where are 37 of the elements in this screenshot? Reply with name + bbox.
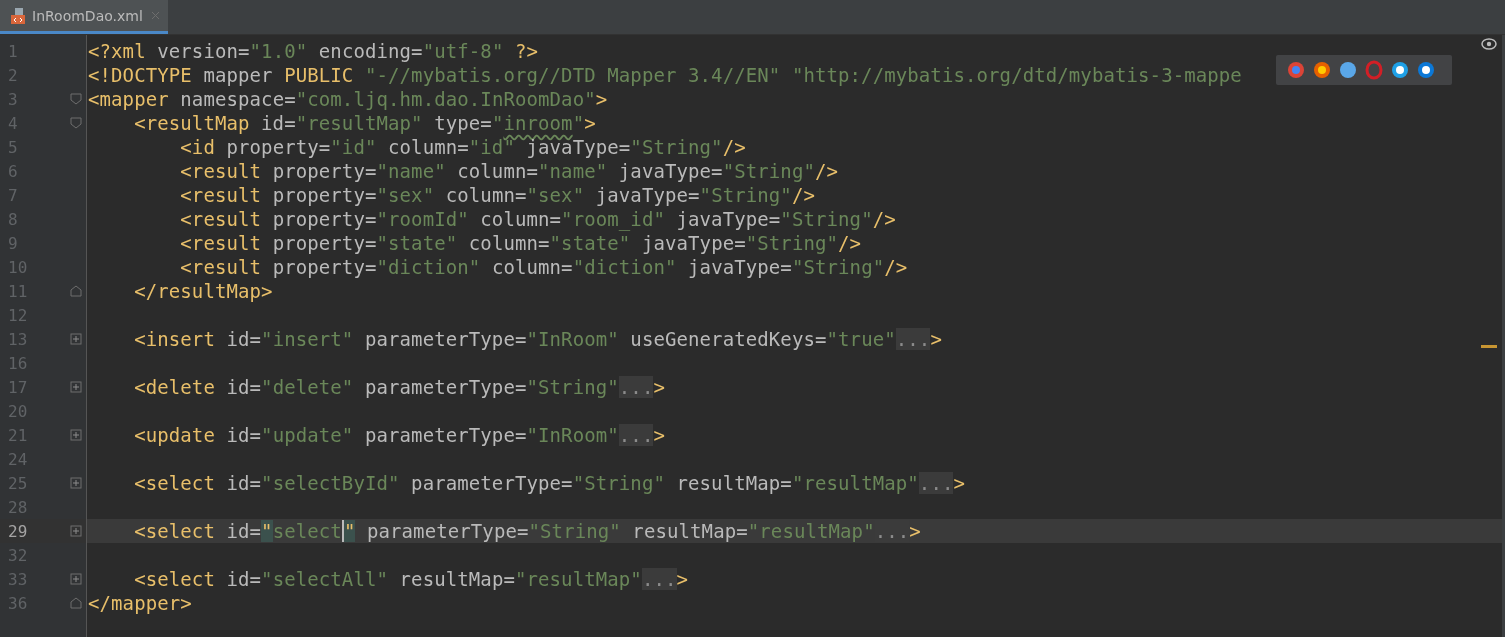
xml-file-icon: [10, 6, 28, 25]
ring-icon[interactable]: [1364, 60, 1384, 80]
code-line: <result property="roomId" column="room_id" javaType="String"/>: [179, 208, 896, 230]
code-line: </mapper>: [88, 592, 192, 614]
code-line: </resultMap>: [133, 280, 273, 302]
round-icon[interactable]: [1416, 60, 1436, 80]
code-line: <result property="state" column="state" javaType="String"/>: [179, 232, 862, 254]
fold-icon[interactable]: [70, 93, 82, 105]
expand-icon[interactable]: [70, 525, 82, 537]
code-line: <result property="name" column="name" javaType="String"/>: [179, 160, 839, 182]
expand-icon[interactable]: [70, 381, 82, 393]
file-tab[interactable]: InRoomDao.xml: [0, 0, 168, 34]
expand-icon[interactable]: [70, 477, 82, 489]
fold-icon[interactable]: [70, 117, 82, 129]
code-line: <resultMap id="resultMap" type="inroom">: [133, 112, 596, 134]
expand-icon[interactable]: [70, 333, 82, 345]
code-line: <select id="selectAll" resultMap="resultMap"...>: [133, 568, 689, 590]
code-line: <update id="update" parameterType="InRoom"...>: [133, 424, 665, 446]
fold-icon[interactable]: [70, 285, 82, 297]
line-number: 29: [7, 521, 29, 541]
fold-icon[interactable]: [70, 597, 82, 609]
code-line: <select id="selectById" parameterType="String" resultMap="resultMap"...>: [133, 472, 965, 494]
code-line: <delete id="delete" parameterType="String"...>: [133, 376, 665, 398]
code-line: <result property="diction" column="diction" javaType="String"/>: [179, 256, 908, 278]
code-line: <!DOCTYPE mapper PUBLIC "-//mybatis.org//DTD Mapper 3.4//EN" "http://mybatis.org/dtd/mybatis-3-mappe: [88, 64, 1242, 86]
warning-marker[interactable]: [1481, 345, 1497, 348]
round-icon[interactable]: [1390, 60, 1410, 80]
code-line: <mapper namespace="com.ljq.hm.dao.InRoomDao">: [88, 88, 608, 110]
expand-icon[interactable]: [70, 573, 82, 585]
code-line: <?xml version="1.0" encoding="utf-8" ?>: [88, 40, 539, 62]
expand-icon[interactable]: [70, 429, 82, 441]
code-line: <result property="sex" column="sex" javaType="String"/>: [179, 184, 815, 206]
round-icon[interactable]: [1312, 60, 1332, 80]
code-line: <insert id="insert" parameterType="InRoom" useGeneratedKeys="true"...>: [133, 328, 942, 350]
eye-icon[interactable]: [1481, 38, 1497, 50]
code-line: <select id="select" parameterType="String" resultMap="resultMap"...>: [133, 520, 921, 542]
code-line: <id property="id" column="id" javaType="String"/>: [179, 136, 746, 158]
